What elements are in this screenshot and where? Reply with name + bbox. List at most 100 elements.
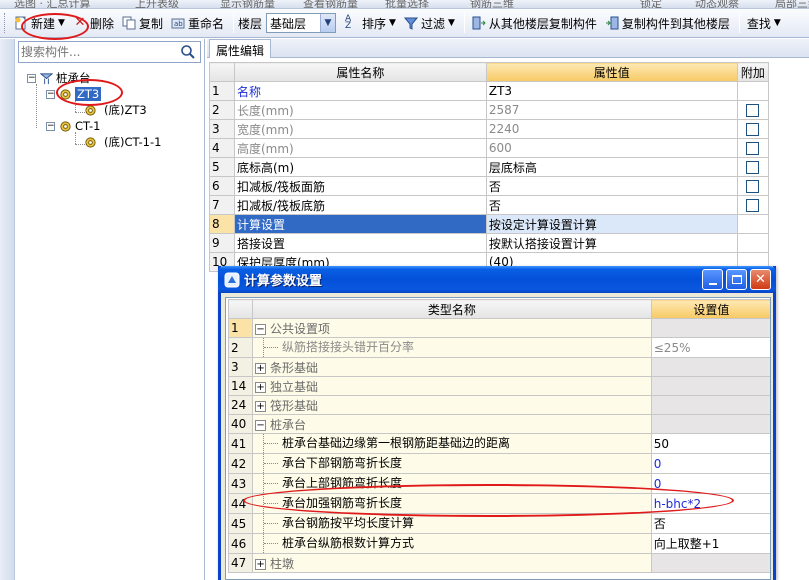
extra-cell [736, 119, 770, 139]
top-strip-item[interactable]: 查看钢筋量 [303, 0, 358, 8]
param-row[interactable]: 47 + 柱墩 [227, 553, 770, 573]
param-value[interactable] [650, 553, 770, 573]
property-value[interactable]: 层底标高 [485, 157, 738, 177]
property-value[interactable]: 2240 [485, 119, 738, 139]
find-button[interactable]: 查找 ▼ [744, 12, 784, 34]
property-row[interactable]: 6 扣减板/筏板面筋否 [209, 176, 770, 196]
param-row[interactable]: 43 承台上部钢筋弯折长度 0 [227, 473, 770, 494]
extra-checkbox[interactable] [746, 160, 760, 174]
property-value[interactable]: 2587 [485, 100, 738, 120]
top-strip-item[interactable]: 批量选择 [385, 0, 429, 8]
param-value[interactable] [650, 357, 770, 377]
top-strip-item[interactable]: 选图 · 汇总计算 [14, 0, 91, 8]
group-label: 筏形基础 [270, 398, 319, 413]
param-value[interactable]: 0 [650, 453, 770, 474]
top-strip-item[interactable]: 上升表级 [135, 0, 179, 8]
delete-button[interactable]: ✕ 删除 [70, 12, 117, 34]
top-strip-item[interactable]: 动态观察 [695, 0, 739, 8]
property-value[interactable]: 按设定计算设置计算 [485, 214, 738, 234]
expand-icon[interactable]: + [255, 400, 267, 412]
collapse-toggle[interactable]: − [46, 121, 55, 131]
expand-icon[interactable]: + [255, 381, 267, 393]
property-row[interactable]: 4 高度(mm) 600 [209, 138, 770, 158]
param-row[interactable]: 44 承台加强钢筋弯折长度 h-bhc*2 [227, 493, 770, 514]
tab-property-edit[interactable]: 属性编辑 [209, 39, 272, 58]
copy-from-floor-button[interactable]: 从其他楼层复制构件 [469, 12, 600, 34]
param-value[interactable] [650, 414, 770, 434]
group-label: 公共设置项 [270, 321, 331, 336]
search-icon[interactable] [180, 44, 196, 60]
new-button[interactable]: 新建 ▼ [11, 12, 68, 34]
close-button[interactable]: ✕ [750, 269, 771, 290]
property-row[interactable]: 2 长度(mm) 2587 [209, 100, 770, 120]
copy-button[interactable]: 复制 [119, 12, 166, 34]
extra-checkbox[interactable] [746, 141, 760, 155]
param-value[interactable]: 否 [650, 513, 770, 534]
tree-root[interactable]: − 桩承台 [27, 70, 91, 86]
property-row[interactable]: 1 名称 ZT3 [209, 81, 770, 101]
property-value[interactable]: 600 [485, 138, 738, 158]
param-value[interactable]: ≤25% [650, 337, 770, 358]
top-strip-item[interactable]: 显示钢筋量 [220, 0, 275, 8]
property-row[interactable]: 3 宽度(mm) 2240 [209, 119, 770, 139]
param-row[interactable]: 3 + 条形基础 [227, 357, 770, 377]
dialog-title-bar[interactable]: 计算参数设置 ✕ [218, 266, 776, 293]
param-row[interactable]: 46 桩承台纵筋根数计算方式 向上取整+1 [227, 533, 770, 554]
param-value[interactable]: 50 [650, 433, 770, 454]
param-row[interactable]: 41 桩承台基础边缘第一根钢筋距基础边的距离 50 [227, 433, 770, 454]
tree-item-ct1[interactable]: − CT-1 [46, 118, 100, 134]
collapse-icon[interactable]: − [255, 419, 267, 431]
chevron-down-icon[interactable]: ▼ [320, 14, 335, 32]
sort-button[interactable]: AZ 排序 ▼ [342, 12, 399, 34]
rename-button[interactable]: ab 重命名 [168, 12, 227, 34]
property-row[interactable]: 5 底标高(m) 层底标高 [209, 157, 770, 177]
param-row[interactable]: 40− 桩承台 [227, 414, 770, 434]
param-row[interactable]: 14 + 独立基础 [227, 376, 770, 396]
param-row[interactable]: 45 承台钢筋按平均长度计算 否 [227, 513, 770, 534]
maximize-button[interactable] [726, 269, 747, 290]
dropdown-caret-icon: ▼ [447, 18, 455, 28]
param-value[interactable] [650, 318, 770, 338]
expand-icon[interactable]: + [255, 362, 267, 374]
param-value[interactable] [650, 376, 770, 396]
extra-checkbox[interactable] [746, 179, 760, 193]
extra-checkbox[interactable] [746, 103, 760, 117]
tree-item-zt3[interactable]: − ZT3 [46, 86, 102, 102]
top-strip-item[interactable]: 钢筋三维 [470, 0, 514, 8]
tree-item-ct1-bottom[interactable]: (底)CT-1-1 [84, 134, 161, 150]
param-row[interactable]: 42 承台下部钢筋弯折长度 0 [227, 453, 770, 474]
top-strip-item[interactable]: 局部三维 [775, 0, 809, 8]
extra-checkbox[interactable] [746, 198, 760, 212]
property-value[interactable]: 否 [485, 195, 738, 215]
property-row[interactable]: 9 搭接设置 按默认搭接设置计算 [209, 233, 770, 253]
param-value[interactable]: 0 [650, 473, 770, 494]
property-row[interactable]: 7 扣减板/筏板底筋否 [209, 195, 770, 215]
param-row[interactable]: 1− 公共设置项 [227, 318, 770, 338]
property-row[interactable]: 8 计算设置 按设定计算设置计算 [209, 214, 770, 234]
expand-icon[interactable]: + [255, 558, 267, 570]
param-row[interactable]: 24 + 筏形基础 [227, 395, 770, 415]
param-value[interactable]: 向上取整+1 [650, 533, 770, 554]
minimize-button[interactable] [702, 269, 723, 290]
param-row[interactable]: 2 纵筋搭接接头错开百分率 ≤25% [227, 337, 770, 358]
property-value[interactable]: ZT3 [485, 81, 738, 101]
row-number: 45 [227, 513, 254, 534]
top-strip-item[interactable]: 锁定 [640, 0, 662, 8]
property-value[interactable]: 按默认搭接设置计算 [485, 233, 738, 253]
filter-button[interactable]: 过滤 ▼ [401, 12, 458, 34]
property-value[interactable]: 否 [485, 176, 738, 196]
search-box[interactable] [18, 41, 201, 63]
param-value[interactable] [650, 395, 770, 415]
tree-item-zt3-bottom[interactable]: (底)ZT3 [84, 102, 147, 118]
collapse-toggle[interactable]: − [46, 89, 55, 99]
column-header: 附加 [736, 62, 770, 82]
search-input[interactable] [21, 44, 171, 60]
extra-checkbox[interactable] [746, 122, 760, 136]
floor-select[interactable]: 基础层 ▼ [266, 13, 336, 33]
param-value[interactable]: h-bhc*2 [650, 493, 770, 514]
collapse-toggle[interactable]: − [27, 73, 36, 83]
toolbar-grip[interactable] [4, 13, 7, 33]
row-number: 41 [227, 433, 254, 454]
copy-to-floor-button[interactable]: 复制构件到其他楼层 [602, 12, 733, 34]
collapse-icon[interactable]: − [255, 323, 267, 335]
